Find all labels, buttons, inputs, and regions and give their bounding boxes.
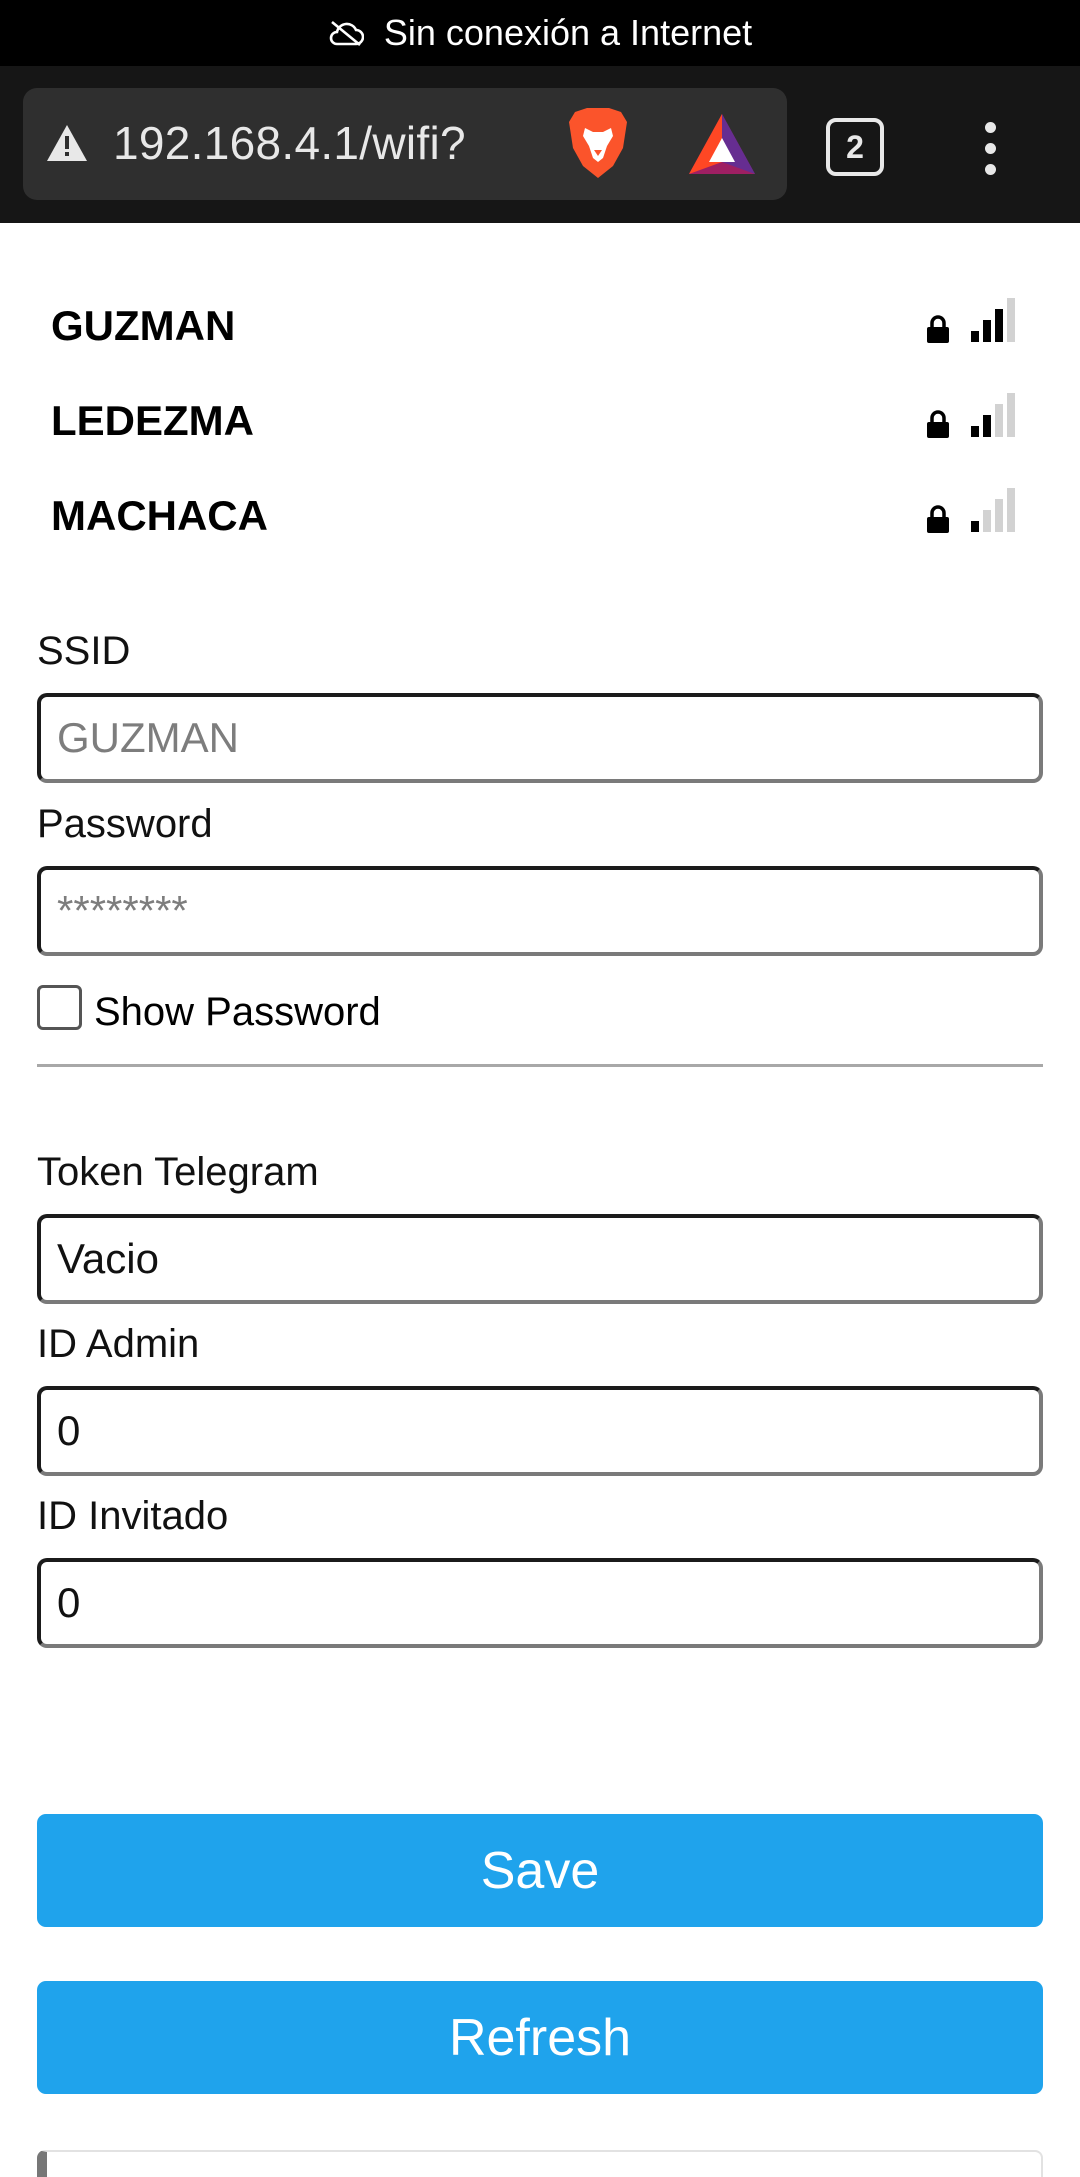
bat-rewards-icon[interactable] <box>687 112 757 176</box>
address-bar[interactable]: 192.168.4.1/wifi? <box>23 88 787 200</box>
lock-icon <box>927 315 949 343</box>
show-password-label[interactable]: Show Password <box>94 990 381 1035</box>
password-label: Password <box>37 802 213 846</box>
lock-icon <box>927 505 949 533</box>
signal-strength-icon <box>971 391 1017 437</box>
ssid-input[interactable] <box>37 693 1043 783</box>
id-admin-input[interactable] <box>37 1386 1043 1476</box>
tab-switcher-button[interactable]: 2 <box>826 118 884 176</box>
network-item[interactable]: GUZMAN <box>37 294 1017 364</box>
ssid-label: SSID <box>37 629 131 673</box>
status-text: Sin conexión a Internet <box>383 12 753 53</box>
divider <box>37 1064 1043 1067</box>
show-password-checkbox[interactable] <box>37 985 82 1030</box>
network-name[interactable]: GUZMAN <box>51 302 235 350</box>
browser-toolbar: 192.168.4.1/wifi? 2 <box>0 66 1080 223</box>
browser-menu-icon[interactable] <box>970 118 1010 180</box>
lock-icon <box>927 410 949 438</box>
brave-shields-icon[interactable] <box>563 106 633 180</box>
status-bar: Sin conexión a Internet <box>0 0 1080 66</box>
token-telegram-label: Token Telegram <box>37 1150 319 1194</box>
refresh-button[interactable]: Refresh <box>37 1981 1043 2094</box>
bottom-info-box <box>37 2150 1043 2177</box>
warning-icon[interactable] <box>45 123 89 163</box>
network-item[interactable]: LEDEZMA <box>37 389 1017 459</box>
tab-count: 2 <box>846 128 864 165</box>
id-admin-label: ID Admin <box>37 1322 200 1366</box>
signal-strength-icon <box>971 296 1017 342</box>
network-name[interactable]: LEDEZMA <box>51 397 254 445</box>
network-item[interactable]: MACHACA <box>37 484 1017 554</box>
signal-strength-icon <box>971 486 1017 532</box>
url-text[interactable]: 192.168.4.1/wifi? <box>113 116 466 170</box>
network-name[interactable]: MACHACA <box>51 492 268 540</box>
id-invitado-label: ID Invitado <box>37 1494 229 1538</box>
token-telegram-input[interactable] <box>37 1214 1043 1304</box>
cloud-off-icon <box>329 20 364 46</box>
save-button[interactable]: Save <box>37 1814 1043 1927</box>
password-input[interactable] <box>37 866 1043 956</box>
id-invitado-input[interactable] <box>37 1558 1043 1648</box>
